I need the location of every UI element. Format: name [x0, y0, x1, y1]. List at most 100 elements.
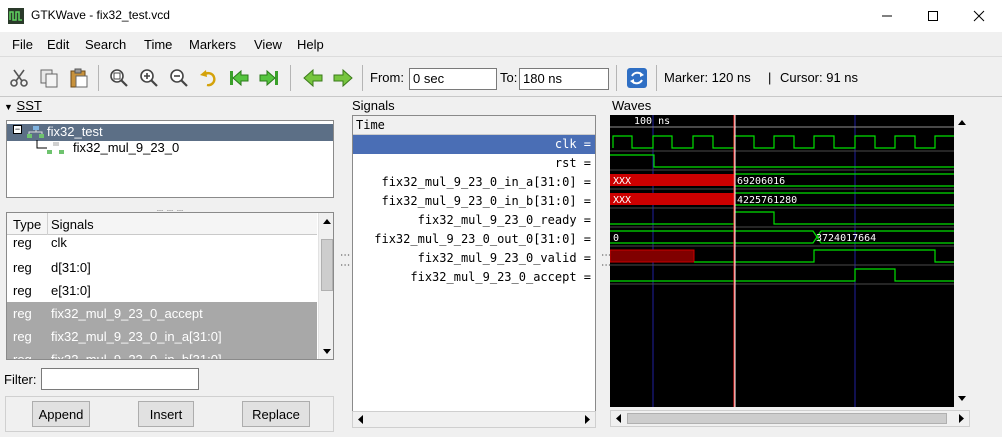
tree-node-fix32-mul[interactable]: fix32_mul_9_23_0: [7, 140, 307, 157]
signals-list: Time clk = rst = fix32_mul_9_23_0_in_a[3…: [352, 115, 596, 412]
filter-input[interactable]: [41, 368, 199, 390]
menu-search[interactable]: Search: [85, 37, 126, 52]
row-type: reg: [13, 352, 32, 360]
signal-row-clk[interactable]: clk =: [353, 135, 595, 154]
module-icon: [47, 142, 64, 154]
tree-label: fix32_mul_9_23_0: [73, 140, 180, 155]
waves-horizontal-scrollbar[interactable]: [610, 410, 970, 427]
signal-row-rst[interactable]: rst =: [353, 154, 595, 173]
cut-icon[interactable]: [8, 67, 30, 89]
scroll-right-icon[interactable]: [954, 411, 968, 426]
sst-header[interactable]: ▼ SST: [4, 98, 42, 113]
clk-waveform: [612, 135, 970, 149]
maximize-icon: [928, 11, 938, 21]
insert-button[interactable]: Insert: [138, 401, 194, 427]
close-icon: [973, 10, 985, 22]
signal-row-in-a[interactable]: fix32_mul_9_23_0_in_a[31:0] =: [353, 173, 595, 192]
scroll-thumb[interactable]: [321, 239, 333, 291]
scroll-down-icon[interactable]: [319, 344, 334, 358]
menu-time[interactable]: Time: [144, 37, 172, 52]
cursor-readout: Cursor: 91 ns: [780, 70, 859, 85]
signal-row-accept[interactable]: fix32_mul_9_23_0_accept =: [353, 268, 595, 287]
close-button[interactable]: [956, 0, 1002, 32]
shift-right-icon[interactable]: [332, 67, 354, 89]
title-bar: GTKWave - fix32_test.vcd: [0, 0, 1002, 32]
time-label: Time: [356, 118, 385, 132]
table-row[interactable]: reg e[31:0]: [7, 279, 317, 302]
row-type: reg: [13, 260, 32, 275]
zoom-fit-icon[interactable]: [108, 67, 130, 89]
zoom-to-end-icon[interactable]: [258, 67, 280, 89]
toolbar-separator: [656, 65, 657, 91]
column-type[interactable]: Type: [13, 217, 41, 232]
menu-file[interactable]: File: [12, 37, 33, 52]
row-type: reg: [13, 283, 32, 298]
from-label: From:: [370, 70, 404, 85]
ruler-label: 100 ns: [634, 116, 670, 127]
append-button[interactable]: Append: [32, 401, 90, 427]
scroll-down-icon[interactable]: [954, 391, 970, 405]
table-row[interactable]: reg fix32_mul_9_23_0_in_b[31:0]: [7, 348, 317, 360]
waves-vertical-scrollbar[interactable]: [954, 115, 970, 407]
in-a-value-xxx: XXX: [613, 176, 631, 187]
menu-bar: File Edit Search Time Markers View Help: [0, 32, 1002, 57]
signal-name: fix32_mul_9_23_0_accept =: [410, 270, 591, 284]
menu-view[interactable]: View: [254, 37, 282, 52]
menu-edit[interactable]: Edit: [47, 37, 69, 52]
row-signal: fix32_mul_9_23_0_accept: [51, 306, 203, 321]
menu-markers[interactable]: Markers: [189, 37, 236, 52]
scroll-right-icon[interactable]: [580, 412, 594, 427]
toolbar-separator: [362, 65, 363, 91]
to-time-input[interactable]: 180 ns: [519, 68, 609, 90]
table-row[interactable]: reg fix32_mul_9_23_0_accept: [7, 302, 317, 325]
valid-undefined-segment: [610, 249, 695, 263]
signal-row-in-b[interactable]: fix32_mul_9_23_0_in_b[31:0] =: [353, 192, 595, 211]
row-separators: [610, 150, 970, 285]
paste-icon[interactable]: [68, 67, 90, 89]
column-signals[interactable]: Signals: [51, 217, 94, 232]
signal-row-out-0[interactable]: fix32_mul_9_23_0_out_0[31:0] =: [353, 230, 595, 249]
table-row[interactable]: reg d[31:0]: [7, 256, 317, 279]
tree-label: fix32_test: [47, 124, 103, 139]
signal-name: fix32_mul_9_23_0_in_b[31:0] =: [381, 194, 591, 208]
out-0-value: 3724017664: [816, 233, 876, 244]
module-icon: [27, 126, 44, 138]
from-time-input[interactable]: 0 sec: [409, 68, 497, 90]
scroll-left-icon[interactable]: [354, 412, 368, 427]
signal-row-valid[interactable]: fix32_mul_9_23_0_valid =: [353, 249, 595, 268]
signals-horizontal-scrollbar[interactable]: [352, 411, 596, 428]
waveform-canvas[interactable]: 100 ns XXX 69206016 XXX 4225761280 0 372…: [610, 115, 970, 407]
copy-icon[interactable]: [38, 67, 60, 89]
scroll-left-icon[interactable]: [612, 411, 626, 426]
signal-name: clk =: [554, 137, 591, 151]
signal-name: fix32_mul_9_23_0_out_0[31:0] =: [374, 232, 591, 246]
table-row[interactable]: reg fix32_mul_9_23_0_in_a[31:0]: [7, 325, 317, 348]
undo-zoom-icon[interactable]: [198, 67, 220, 89]
menu-help[interactable]: Help: [297, 37, 324, 52]
zoom-to-start-icon[interactable]: [228, 67, 250, 89]
tree-node-fix32-test[interactable]: − fix32_test: [7, 124, 333, 141]
zoom-out-icon[interactable]: [168, 67, 190, 89]
hierarchy-tree: − fix32_test fix32_mul_9_23_0: [6, 120, 334, 198]
reload-icon[interactable]: [626, 67, 648, 89]
replace-button[interactable]: Replace: [242, 401, 310, 427]
zoom-in-icon[interactable]: [138, 67, 160, 89]
table-row[interactable]: reg clk: [7, 233, 317, 256]
row-type: reg: [13, 235, 32, 250]
scroll-thumb[interactable]: [627, 413, 947, 424]
marker-readout: Marker: 120 ns: [664, 70, 751, 85]
scroll-up-icon[interactable]: [954, 116, 970, 130]
sst-vertical-scrollbar[interactable]: [318, 213, 334, 359]
waveform-svg[interactable]: 100 ns XXX 69206016 XXX 4225761280 0 372…: [610, 115, 970, 407]
ready-waveform: [610, 211, 970, 225]
shift-left-icon[interactable]: [302, 67, 324, 89]
signal-row-ready[interactable]: fix32_mul_9_23_0_ready =: [353, 211, 595, 230]
toolbar: From: 0 sec To: 180 ns Marker: 120 ns | …: [0, 57, 1002, 97]
pane-resize-grip[interactable]: ⋮⋮: [339, 250, 350, 270]
signal-name: fix32_mul_9_23_0_ready =: [417, 213, 591, 227]
expander-icon[interactable]: −: [13, 125, 22, 134]
maximize-button[interactable]: [910, 0, 956, 32]
minimize-button[interactable]: [864, 0, 910, 32]
scroll-up-icon[interactable]: [319, 215, 334, 229]
in-a-value: 69206016: [737, 176, 785, 187]
